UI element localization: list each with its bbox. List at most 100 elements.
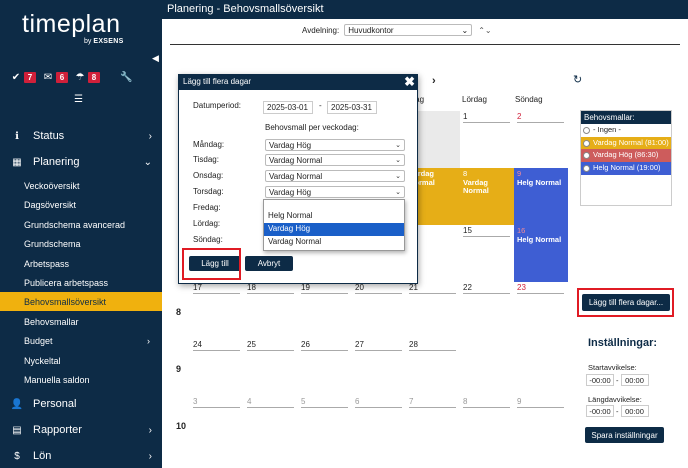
calendar-day-cell[interactable]: 2 — [514, 111, 568, 168]
chevron-down-icon: ⌄ — [395, 157, 401, 164]
calendar-day-cell[interactable]: 3 — [190, 396, 244, 453]
sidebar-item-manuella-saldon[interactable]: Manuella saldon — [0, 370, 162, 389]
calendar-day-cell[interactable]: 15 — [460, 225, 514, 282]
date-from-input[interactable]: 2025-03-01 — [263, 101, 313, 114]
calendar-day-cell[interactable]: 4 — [244, 396, 298, 453]
highlight-box — [182, 248, 241, 280]
nav-rapporter[interactable]: ▤ Rapporter › — [0, 418, 162, 442]
sidebar-item-nyckeltal[interactable]: Nyckeltal — [0, 351, 162, 370]
legend-item-label: - Ingen - — [593, 125, 621, 134]
radio-icon[interactable] — [583, 152, 590, 160]
day-number: 7 — [409, 397, 456, 408]
dropdown-empty-option[interactable] — [264, 200, 404, 210]
date-separator: - — [319, 101, 322, 110]
calendar-day-cell[interactable] — [514, 339, 568, 396]
sidebar-item-budget-label: Budget — [24, 335, 53, 346]
legend-item-label: Vardag Normal (81:00) — [593, 137, 669, 147]
absence-badge-group[interactable]: ☂ 8 — [74, 72, 100, 83]
tuesday-select[interactable]: Vardag Normal ⌄ — [265, 154, 405, 166]
calendar-day-cell[interactable]: 25 — [244, 339, 298, 396]
wednesday-select[interactable]: Vardag Normal ⌄ — [265, 170, 405, 182]
radio-icon[interactable] — [583, 164, 590, 172]
dropdown-option[interactable]: Vardag Normal — [264, 236, 404, 249]
calendar-day-cell[interactable]: 19 — [298, 282, 352, 339]
sidebar-item-behovsmallar[interactable]: Behovsmallar — [0, 312, 162, 331]
messages-badge-group[interactable]: ✉ 6 — [42, 72, 68, 83]
calendar-icon: ▦ — [12, 156, 22, 168]
sidebar-item-publicera-arbetspass[interactable]: Publicera arbetspass — [0, 273, 162, 292]
sidebar-item-budget[interactable]: Budget › — [0, 331, 162, 350]
calendar-event[interactable]: 16 Helg Normal — [514, 225, 568, 282]
calendar-event[interactable]: 8 Vardag Normal — [460, 168, 514, 225]
sidebar-item-arbetspass[interactable]: Arbetspass — [0, 254, 162, 273]
dropdown-option[interactable]: Helg Normal — [264, 210, 404, 223]
calendar-day-cell[interactable]: 24 — [190, 339, 244, 396]
calendar-day-cell[interactable]: 7 — [406, 396, 460, 453]
department-selector: Avdelning: Huvudkontor ⌄ ⌃⌄ — [302, 24, 492, 36]
department-prev-next-icon[interactable]: ⌃⌄ — [478, 26, 491, 35]
save-settings-button[interactable]: Spara inställningar — [585, 427, 664, 443]
calendar-event[interactable]: 9 Helg Normal — [514, 168, 568, 225]
day-number: 6 — [355, 397, 402, 408]
calendar-day-cell[interactable]: 22 — [460, 282, 514, 339]
calendar-day-cell[interactable]: 5 — [298, 396, 352, 453]
close-icon[interactable]: ✖ — [404, 74, 415, 90]
radio-icon[interactable] — [583, 139, 590, 147]
calendar-day-cell[interactable]: 1 — [460, 111, 514, 168]
tasks-badge-group[interactable]: ✔ 7 — [10, 72, 36, 83]
start-deviation-from-input[interactable]: -00:00 — [586, 374, 614, 386]
calendar-day-cell[interactable]: 9 Helg Normal — [514, 168, 568, 225]
radio-icon[interactable] — [583, 127, 590, 134]
nav-planering[interactable]: ▦ Planering ⌄ — [0, 150, 162, 174]
calendar-day-cell[interactable]: 8 — [460, 396, 514, 453]
next-month-icon[interactable]: › — [432, 75, 436, 87]
calendar-day-cell[interactable]: 6 — [352, 396, 406, 453]
chevron-right-icon: › — [148, 424, 152, 436]
calendar-day-cell[interactable]: 18 — [244, 282, 298, 339]
thursday-select[interactable]: Vardag Hög ⌄ — [265, 186, 405, 198]
calendar-day-cell[interactable]: 20 — [352, 282, 406, 339]
calendar-day-cell[interactable]: 28 — [406, 339, 460, 396]
length-deviation-to-input[interactable]: 00:00 — [620, 405, 649, 417]
collapse-sidebar-icon[interactable]: ◀ — [152, 53, 159, 64]
nav-status[interactable]: ℹ Status › — [0, 124, 162, 148]
list-icon[interactable]: ☰ — [74, 94, 83, 105]
calendar-day-cell[interactable]: 23 — [514, 282, 568, 339]
sidebar-item-grundschema[interactable]: Grundschema — [0, 234, 162, 253]
calendar-day-cell[interactable]: 16 Helg Normal — [514, 225, 568, 282]
start-deviation-label: Startavvikelse: — [588, 363, 637, 372]
legend-item-vardag-normal[interactable]: Vardag Normal (81:00) — [581, 136, 671, 150]
timeplan-logo[interactable]: timeplan by EXSENS — [22, 10, 142, 50]
department-select[interactable]: Huvudkontor ⌄ — [344, 24, 473, 36]
sidebar-item-behovsmallsoversikt[interactable]: Behovsmallsöversikt — [0, 292, 162, 311]
refresh-icon[interactable]: ↻ — [573, 73, 582, 86]
start-deviation-to-input[interactable]: 00:00 — [620, 374, 649, 386]
cancel-button[interactable]: Avbryt — [245, 256, 293, 271]
per-weekday-label: Behovsmall per veckodag: — [265, 123, 359, 132]
legend-item-none[interactable]: - Ingen - — [581, 124, 671, 137]
legend-item-vardag-hog[interactable]: Vardag Hög (86:30) — [581, 149, 671, 162]
calendar-day-cell[interactable]: 26 — [298, 339, 352, 396]
calendar-day-cell[interactable]: 17 — [190, 282, 244, 339]
dropdown-option-selected[interactable]: Vardag Hög — [264, 223, 404, 236]
event-label: Helg Normal — [517, 177, 562, 187]
nav-lon[interactable]: $ Lön › — [0, 444, 162, 468]
legend-item-helg-normal[interactable]: Helg Normal (19:00) — [581, 161, 671, 175]
calendar-day-cell[interactable]: 21 — [406, 282, 460, 339]
legend-item-label: Helg Normal (19:00) — [593, 162, 661, 172]
date-to-input[interactable]: 2025-03-31 — [327, 101, 377, 114]
wrench-icon[interactable]: 🔧 — [120, 72, 132, 83]
calendar-day-cell[interactable]: 27 — [352, 339, 406, 396]
nav-personal[interactable]: 👤 Personal — [0, 392, 162, 416]
nav-lon-label: Lön — [33, 450, 52, 462]
calendar-day-cell[interactable]: 9 — [514, 396, 568, 453]
sidebar-item-grundschema-avancerad[interactable]: Grundschema avancerad — [0, 215, 162, 234]
monday-select[interactable]: Vardag Hög ⌄ — [265, 139, 405, 151]
length-deviation-from-input[interactable]: -00:00 — [586, 405, 614, 417]
settings-title: Inställningar: — [588, 337, 658, 349]
calendar-day-cell[interactable]: 8 Vardag Normal — [460, 168, 514, 225]
sidebar-item-dagsoversikt[interactable]: Dagsöversikt — [0, 195, 162, 214]
calendar-day-cell[interactable] — [460, 339, 514, 396]
sidebar-item-veckooversikt[interactable]: Veckoöversikt — [0, 176, 162, 195]
legend-title: Behovsmallar: — [581, 111, 671, 124]
